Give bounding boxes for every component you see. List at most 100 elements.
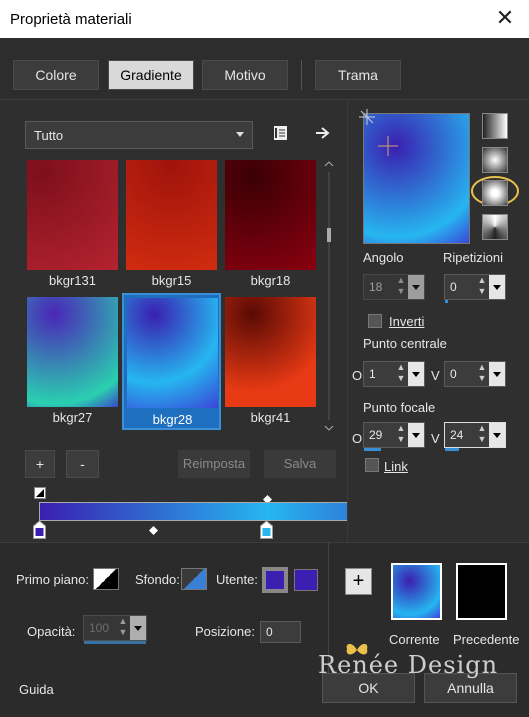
swatch-bkgr15[interactable]: bkgr15 bbox=[124, 158, 219, 288]
save-button[interactable]: Salva bbox=[264, 450, 336, 478]
focal-h-spinner[interactable]: 29 ▲ ▼ bbox=[363, 422, 425, 451]
repeats-spinner[interactable]: 0 ▲ ▼ bbox=[444, 274, 506, 303]
foreground-label: Primo piano: bbox=[16, 572, 89, 587]
angle-spinner[interactable]: 18 ▲ ▼ bbox=[363, 274, 425, 300]
opacity-level bbox=[84, 641, 146, 644]
help-link[interactable]: Guida bbox=[19, 682, 54, 697]
swatch-bkgr41[interactable]: bkgr41 bbox=[223, 295, 318, 425]
position-label: Posizione: bbox=[195, 624, 255, 639]
color-stop-middle[interactable] bbox=[260, 520, 273, 539]
library-scrollbar[interactable] bbox=[322, 160, 336, 432]
center-h-dropdown[interactable] bbox=[408, 362, 424, 386]
opacity-spinner[interactable]: 100 ▲ ▼ bbox=[83, 615, 147, 644]
focal-v-level bbox=[445, 448, 459, 451]
midpoint-marker-top[interactable] bbox=[263, 492, 272, 504]
linear-style-icon[interactable] bbox=[482, 113, 508, 139]
color-stop-start[interactable] bbox=[33, 520, 46, 539]
swatch-bkgr28[interactable]: bkgr28 bbox=[122, 293, 221, 430]
swatch-label: bkgr15 bbox=[151, 273, 192, 288]
cancel-button[interactable]: Annulla bbox=[424, 673, 517, 703]
focal-v-axis-label: V bbox=[431, 431, 440, 446]
swatch-preview bbox=[127, 298, 218, 408]
add-gradient-button[interactable]: + bbox=[25, 450, 55, 478]
arrow-right-icon[interactable] bbox=[312, 122, 334, 144]
title-bar: Proprietà materiali ✕ bbox=[0, 0, 529, 38]
tab-colore[interactable]: Colore bbox=[13, 60, 99, 90]
swatch-bkgr18[interactable]: bkgr18 bbox=[223, 158, 318, 288]
tab-motivo[interactable]: Motivo bbox=[202, 60, 288, 90]
current-label: Corrente bbox=[389, 632, 440, 647]
gradient-properties-panel: Angolo Ripetizioni 18 ▲ ▼ 0 ▲ ▼ Inverti Pu… bbox=[347, 100, 529, 542]
link-label: Link bbox=[384, 459, 408, 474]
up-down-arrows-icon[interactable]: ▲ ▼ bbox=[394, 423, 408, 447]
swatch-bkgr131[interactable]: bkgr131 bbox=[25, 158, 120, 288]
focal-point-label: Punto focale bbox=[363, 400, 436, 415]
angle-dropdown[interactable] bbox=[408, 275, 424, 299]
invert-checkbox[interactable] bbox=[368, 314, 382, 328]
close-icon[interactable]: ✕ bbox=[493, 5, 517, 31]
up-down-arrows-icon[interactable]: ▲ ▼ bbox=[475, 275, 489, 299]
center-v-dropdown[interactable] bbox=[489, 362, 505, 386]
up-down-arrows-icon[interactable]: ▲ ▼ bbox=[475, 362, 489, 386]
link-checkbox[interactable] bbox=[365, 458, 379, 472]
chevron-down-icon bbox=[236, 132, 244, 137]
tab-gradiente[interactable]: Gradiente bbox=[108, 60, 194, 90]
tab-divider bbox=[301, 60, 302, 90]
butterfly-icon bbox=[346, 643, 368, 655]
background-swatch[interactable] bbox=[181, 568, 207, 590]
position-field[interactable]: 0 bbox=[260, 621, 301, 643]
center-h-value: 1 bbox=[369, 367, 376, 381]
user-color-swatch[interactable] bbox=[262, 567, 288, 593]
swatch-label: bkgr41 bbox=[250, 410, 291, 425]
center-point-label: Punto centrale bbox=[363, 336, 447, 351]
tab-trama[interactable]: Trama bbox=[315, 60, 401, 90]
start-color-stop-top[interactable] bbox=[34, 487, 46, 499]
swatch-preview bbox=[27, 160, 118, 270]
repeats-level bbox=[445, 300, 448, 303]
current-material-swatch[interactable] bbox=[391, 563, 442, 620]
radial-style-icon[interactable] bbox=[482, 180, 508, 206]
ok-button[interactable]: OK bbox=[322, 673, 415, 703]
swatch-label: bkgr27 bbox=[52, 410, 93, 425]
focal-v-value: 24 bbox=[450, 428, 464, 442]
midpoint-marker-left[interactable] bbox=[149, 523, 158, 535]
remove-gradient-button[interactable]: - bbox=[66, 450, 99, 478]
up-down-arrows-icon[interactable]: ▲ ▼ bbox=[394, 362, 408, 386]
add-to-swatches-button[interactable]: + bbox=[345, 568, 372, 595]
user-color-swatch-alt[interactable] bbox=[294, 569, 318, 591]
swatch-preview bbox=[27, 297, 118, 407]
foreground-swatch[interactable] bbox=[93, 568, 119, 590]
swatch-label: bkgr131 bbox=[49, 273, 96, 288]
focal-point-crosshair-icon[interactable] bbox=[378, 136, 398, 156]
center-h-axis-label: O bbox=[352, 368, 363, 383]
center-v-spinner[interactable]: 0 ▲ ▼ bbox=[444, 361, 506, 387]
swatch-preview bbox=[225, 297, 316, 407]
swatch-label: bkgr18 bbox=[250, 273, 291, 288]
up-down-arrows-icon[interactable]: ▲ ▼ bbox=[475, 423, 489, 447]
gradient-preview[interactable] bbox=[363, 113, 470, 244]
swatch-bkgr27[interactable]: bkgr27 bbox=[25, 295, 120, 425]
opacity-dropdown[interactable] bbox=[130, 616, 146, 640]
rectangular-style-icon[interactable] bbox=[482, 147, 508, 173]
library-menu-icon[interactable] bbox=[270, 122, 292, 144]
center-v-value: 0 bbox=[450, 367, 457, 381]
sunburst-style-icon[interactable] bbox=[482, 214, 508, 240]
focal-h-axis-label: O bbox=[352, 431, 363, 446]
previous-material-swatch[interactable] bbox=[456, 563, 507, 620]
opacity-value: 100 bbox=[89, 621, 110, 635]
focal-v-spinner[interactable]: 24 ▲ ▼ bbox=[444, 422, 506, 451]
focal-h-dropdown[interactable] bbox=[408, 423, 424, 447]
focal-v-dropdown[interactable] bbox=[489, 423, 505, 447]
repeats-dropdown[interactable] bbox=[489, 275, 505, 299]
up-down-arrows-icon[interactable]: ▲ ▼ bbox=[116, 616, 130, 640]
up-down-arrows-icon[interactable]: ▲ ▼ bbox=[394, 275, 408, 299]
focal-h-level bbox=[364, 448, 381, 451]
swatch-preview bbox=[225, 160, 316, 270]
bottom-panel: Primo piano: Sfondo: Utente: Opacità: 10… bbox=[0, 542, 529, 717]
swatch-preview bbox=[126, 160, 217, 270]
center-h-spinner[interactable]: 1 ▲ ▼ bbox=[363, 361, 425, 387]
center-point-handle-icon[interactable] bbox=[359, 109, 375, 125]
category-dropdown[interactable]: Tutto bbox=[25, 121, 253, 149]
user-label: Utente: bbox=[216, 572, 258, 587]
reset-button[interactable]: Reimposta bbox=[178, 450, 250, 478]
